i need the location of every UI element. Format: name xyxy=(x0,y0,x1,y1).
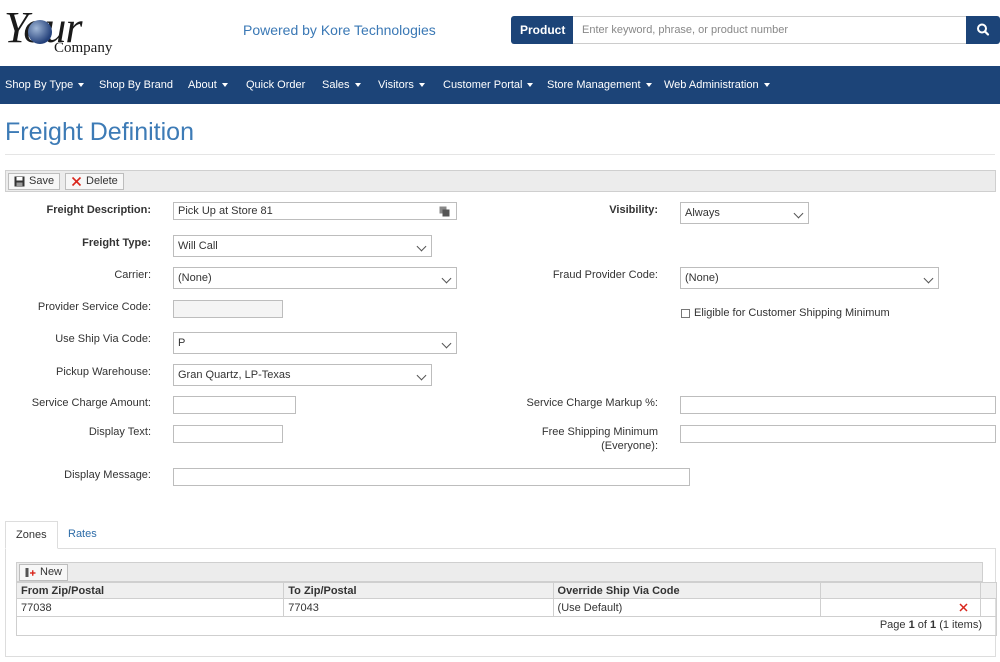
tab-zones[interactable]: Zones xyxy=(5,521,58,549)
page-title: Freight Definition xyxy=(5,118,194,146)
delete-button[interactable]: Delete xyxy=(65,173,124,190)
column-header-override-ship-via[interactable]: Override Ship Via Code xyxy=(552,582,821,599)
use-ship-via-code-value: P xyxy=(178,337,186,349)
table-header-row: From Zip/Postal To Zip/Postal Override S… xyxy=(15,582,998,599)
fraud-provider-code-select[interactable]: (None) xyxy=(680,267,939,289)
display-message-label: Display Message: xyxy=(64,469,151,481)
service-charge-markup-label: Service Charge Markup %: xyxy=(526,397,658,409)
cell-actions xyxy=(819,598,981,617)
pager-current: 1 xyxy=(908,619,915,631)
nav-sales[interactable]: Sales xyxy=(322,66,361,104)
pager-items: (1 items) xyxy=(939,619,982,631)
nav-store-management[interactable]: Store Management xyxy=(547,66,652,104)
cell-spacer xyxy=(979,598,998,617)
chevron-down-icon xyxy=(793,208,804,219)
chevron-down-icon xyxy=(416,370,427,381)
eligible-shipping-minimum-label[interactable]: Eligible for Customer Shipping Minimum xyxy=(694,307,890,319)
chevron-down-icon xyxy=(416,241,427,252)
add-row-icon xyxy=(25,568,36,577)
visibility-value: Always xyxy=(685,207,720,219)
search-button[interactable] xyxy=(966,16,1000,44)
nav-customer-portal[interactable]: Customer Portal xyxy=(443,66,533,104)
zones-pager: Page 1 of 1 (1 items) xyxy=(16,617,997,636)
free-shipping-minimum-input[interactable] xyxy=(680,425,996,443)
search-input[interactable] xyxy=(573,16,968,44)
main-nav: Shop By Type Shop By Brand About Quick O… xyxy=(0,66,1000,104)
save-button[interactable]: Save xyxy=(8,173,61,190)
pager-prefix: Page xyxy=(879,619,906,631)
carrier-select[interactable]: (None) xyxy=(173,267,457,289)
pickup-warehouse-select[interactable]: Gran Quartz, LP-Texas xyxy=(173,364,432,386)
nav-quick-order[interactable]: Quick Order xyxy=(246,66,305,104)
chevron-down-icon xyxy=(441,273,452,284)
freight-description-label: Freight Description: xyxy=(46,204,151,216)
service-charge-amount-input[interactable] xyxy=(173,396,296,414)
search-bar: Product xyxy=(511,16,1000,44)
pager-of: of xyxy=(917,619,927,631)
site-header: Your Company Powered by Kore Technologie… xyxy=(0,0,1000,66)
column-header-from-zip[interactable]: From Zip/Postal xyxy=(15,582,285,599)
save-button-label: Save xyxy=(29,175,55,187)
freight-type-label: Freight Type: xyxy=(82,237,151,249)
visibility-label: Visibility: xyxy=(609,204,658,216)
nav-about[interactable]: About xyxy=(188,66,228,104)
new-zone-button-label: New xyxy=(40,566,63,578)
nav-shop-by-brand[interactable]: Shop By Brand xyxy=(99,66,173,104)
nav-web-administration[interactable]: Web Administration xyxy=(664,66,770,104)
use-ship-via-code-label: Use Ship Via Code: xyxy=(55,333,151,345)
globe-icon xyxy=(28,20,52,44)
tab-rates[interactable]: Rates xyxy=(58,521,107,549)
service-charge-markup-input[interactable] xyxy=(680,396,996,414)
powered-by-text[interactable]: Powered by Kore Technologies xyxy=(243,22,436,38)
chevron-down-icon xyxy=(441,338,452,349)
freight-description-input[interactable]: Pick Up at Store 81 xyxy=(173,202,457,220)
cell-to-zip: 77043 xyxy=(283,598,554,617)
freight-type-select[interactable]: Will Call xyxy=(173,235,432,257)
service-charge-amount-label: Service Charge Amount: xyxy=(31,397,151,409)
title-divider xyxy=(5,154,995,155)
pager-total: 1 xyxy=(930,619,937,631)
logo-subtitle: Company xyxy=(54,40,113,56)
column-header-spacer xyxy=(979,582,998,599)
delete-x-icon xyxy=(71,176,82,187)
new-zone-button[interactable]: New xyxy=(19,564,69,581)
display-text-label: Display Text: xyxy=(88,426,151,438)
provider-service-code-input[interactable] xyxy=(173,300,283,318)
freight-description-value: Pick Up at Store 81 xyxy=(178,205,273,217)
visibility-select[interactable]: Always xyxy=(680,202,809,224)
carrier-label: Carrier: xyxy=(114,269,151,281)
column-header-actions xyxy=(819,582,981,599)
fraud-provider-code-label: Fraud Provider Code: xyxy=(552,269,658,281)
pickup-warehouse-value: Gran Quartz, LP-Texas xyxy=(178,369,291,381)
carrier-value: (None) xyxy=(178,272,212,284)
table-row[interactable]: 77038 77043 (Use Default) xyxy=(15,598,998,617)
provider-service-code-label: Provider Service Code: xyxy=(37,301,151,313)
fraud-provider-code-value: (None) xyxy=(685,272,719,284)
zones-table: From Zip/Postal To Zip/Postal Override S… xyxy=(15,582,998,617)
search-icon xyxy=(977,23,990,36)
translate-icon[interactable] xyxy=(439,206,450,217)
search-category-dropdown[interactable]: Product xyxy=(511,16,573,44)
freight-type-value: Will Call xyxy=(178,240,218,252)
cell-override-ship-via: (Use Default) xyxy=(552,598,821,617)
pickup-warehouse-label: Pickup Warehouse: xyxy=(56,366,151,378)
eligible-shipping-minimum-checkbox[interactable] xyxy=(681,309,690,318)
floppy-disk-icon xyxy=(14,176,25,187)
cell-from-zip: 77038 xyxy=(15,598,285,617)
nav-shop-by-type[interactable]: Shop By Type xyxy=(5,66,84,104)
nav-visitors[interactable]: Visitors xyxy=(378,66,425,104)
zones-toolbar: New xyxy=(16,562,983,582)
use-ship-via-code-select[interactable]: P xyxy=(173,332,457,354)
company-logo[interactable]: Your Company xyxy=(4,6,114,58)
form-toolbar: Save Delete xyxy=(5,170,996,192)
delete-row-icon[interactable] xyxy=(959,603,968,612)
free-shipping-minimum-label: Free Shipping Minimum xyxy=(541,426,658,438)
column-header-to-zip[interactable]: To Zip/Postal xyxy=(283,582,554,599)
delete-button-label: Delete xyxy=(86,175,118,187)
display-message-input[interactable] xyxy=(173,468,690,486)
display-text-input[interactable] xyxy=(173,425,283,443)
chevron-down-icon xyxy=(923,273,934,284)
free-shipping-minimum-sublabel: (Everyone): xyxy=(601,440,658,452)
